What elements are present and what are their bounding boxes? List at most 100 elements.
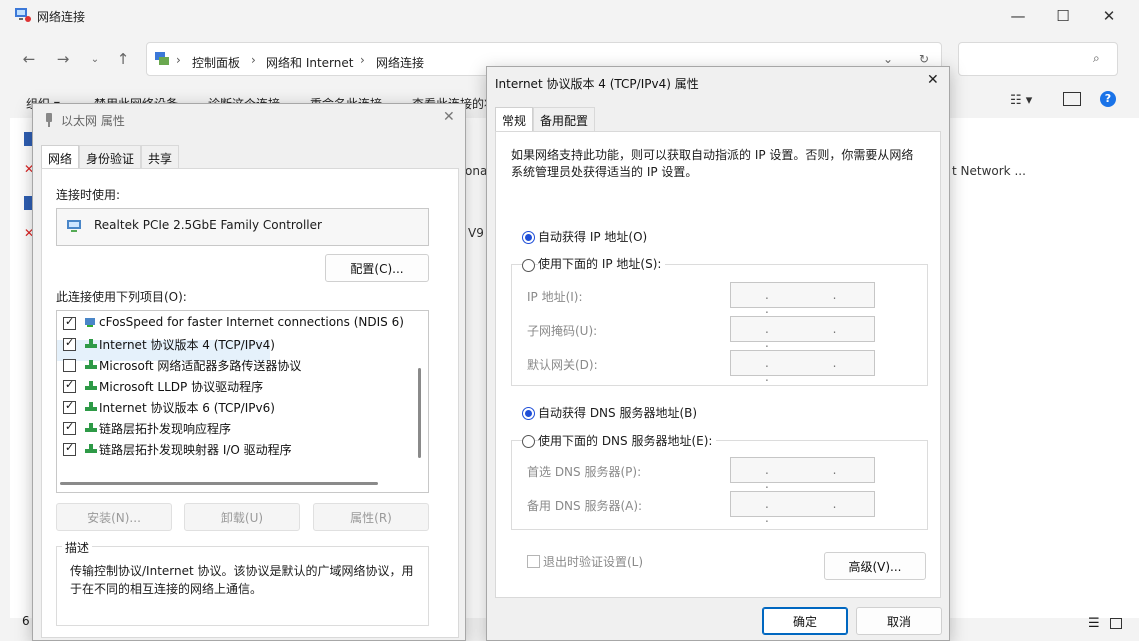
manual-dns-label[interactable]: 使用下面的 DNS 服务器地址(E): (538, 432, 717, 449)
default-gateway-label: 默认网关(D): (527, 358, 598, 372)
item-label: Microsoft LLDP 协议驱动程序 (99, 380, 264, 394)
network-protocol-icon (85, 444, 97, 453)
dialog-title: 以太网 属性 (61, 114, 125, 128)
search-input[interactable]: ⌕ (958, 42, 1118, 76)
breadcrumb-network-internet[interactable]: 网络和 Internet (266, 54, 353, 71)
item-checkbox[interactable] (63, 399, 76, 414)
subnet-mask-label: 子网掩码(U): (527, 324, 598, 338)
tab-panel: 如果网络支持此功能，则可以获取自动指派的 IP 设置。否则，你需要从网络系统管理… (495, 131, 941, 598)
manual-dns-radio[interactable] (522, 435, 535, 448)
network-protocol-icon (85, 381, 97, 390)
configure-button[interactable]: 配置(C)... (325, 254, 429, 282)
recent-chevron-icon[interactable]: ⌄ (82, 48, 108, 70)
close-icon[interactable]: ✕ (443, 109, 455, 125)
network-protocol-icon (85, 339, 97, 348)
item-checkbox[interactable] (63, 420, 76, 435)
install-button[interactable]: 安装(N)... (56, 503, 172, 531)
intro-text: 如果网络支持此功能，则可以获取自动指派的 IP 设置。否则，你需要从网络系统管理… (511, 148, 914, 179)
item-count: 6 (22, 614, 30, 628)
ipv4-properties-dialog: Internet 协议版本 4 (TCP/IPv4) 属性 ✕ 常规 备用配置 … (486, 66, 950, 641)
ip-address-field[interactable]: . . . (730, 282, 875, 316)
connect-using-label: 连接时使用: (56, 188, 121, 202)
scrollbar-thumb[interactable] (418, 368, 421, 458)
preferred-dns-label: 首选 DNS 服务器(P): (527, 465, 642, 479)
scrollbar-thumb[interactable] (60, 482, 378, 485)
cfos-icon (85, 318, 95, 327)
help-icon[interactable]: ? (1100, 91, 1116, 107)
subnet-mask-field[interactable]: . . . (730, 316, 875, 350)
description-text: 传输控制协议/Internet 协议。该协议是默认的广域网络协议，用于在不同的相… (70, 564, 414, 596)
tab-panel: 连接时使用: Realtek PCIe 2.5GbE Family Contro… (41, 168, 459, 638)
close-icon[interactable]: ✕ (1086, 0, 1132, 32)
ethernet-properties-dialog: 以太网 属性 ✕ 网络 身份验证 共享 连接时使用: Realtek PCIe … (32, 103, 466, 641)
adapter-name: Realtek PCIe 2.5GbE Family Controller (94, 218, 322, 232)
tab-general[interactable]: 常规 (495, 107, 534, 133)
partial-text: ona (465, 164, 488, 178)
network-protocol-icon (85, 402, 97, 411)
control-panel-icon (155, 52, 169, 65)
breadcrumb-separator: › (360, 53, 365, 67)
items-label: 此连接使用下列项目(O): (56, 290, 187, 304)
preview-pane-icon[interactable] (1063, 92, 1081, 106)
partial-text: V9 (468, 226, 484, 240)
tab-alternate-config[interactable]: 备用配置 (533, 107, 596, 133)
breadcrumb-network-connections[interactable]: 网络连接 (376, 54, 424, 71)
partial-text: t Network ... (952, 164, 1026, 178)
auto-ip-radio[interactable] (522, 231, 535, 244)
minimize-icon[interactable]: — (995, 0, 1041, 32)
back-icon[interactable]: ← (16, 48, 42, 70)
alternate-dns-label: 备用 DNS 服务器(A): (527, 499, 643, 513)
item-label: Internet 协议版本 4 (TCP/IPv4) (99, 338, 275, 352)
close-icon[interactable]: ✕ (927, 72, 939, 88)
tiles-view-icon[interactable] (1110, 618, 1122, 629)
manual-ip-label[interactable]: 使用下面的 IP 地址(S): (538, 255, 666, 272)
search-icon: ⌕ (1093, 51, 1100, 65)
preferred-dns-field[interactable]: . . . (730, 457, 875, 491)
network-protocol-icon (85, 360, 97, 369)
window-title: 网络连接 (37, 10, 86, 24)
dialog-title: Internet 协议版本 4 (TCP/IPv4) 属性 (495, 77, 699, 91)
uninstall-button[interactable]: 卸载(U) (184, 503, 300, 531)
description-label: 描述 (62, 539, 93, 556)
title-bar: 网络连接 — ☐ ✕ (0, 0, 1139, 32)
breadcrumb-separator: › (251, 53, 256, 67)
properties-button[interactable]: 属性(R) (313, 503, 429, 531)
item-checkbox[interactable] (63, 359, 76, 372)
up-icon[interactable]: ↑ (110, 48, 136, 70)
vertical-scrollbar[interactable] (411, 311, 428, 471)
item-checkbox[interactable] (63, 441, 76, 456)
default-gateway-field[interactable]: . . . (730, 350, 875, 384)
item-checkbox[interactable] (63, 315, 76, 330)
ethernet-icon (46, 113, 52, 127)
breadcrumb-separator: › (176, 53, 181, 67)
cancel-button[interactable]: 取消 (856, 607, 942, 635)
view-options-icon[interactable]: ☷ ▾ (1010, 93, 1032, 108)
advanced-button[interactable]: 高级(V)... (824, 552, 926, 580)
tab-strip: 常规 备用配置 (495, 107, 596, 133)
ok-button[interactable]: 确定 (762, 607, 848, 635)
ip-address-label: IP 地址(I): (527, 290, 583, 304)
horizontal-scrollbar[interactable] (57, 475, 411, 492)
item-label: Microsoft 网络适配器多路传送器协议 (99, 359, 302, 373)
network-connections-icon (15, 8, 31, 22)
adapter-box: Realtek PCIe 2.5GbE Family Controller (56, 208, 429, 246)
alternate-dns-field[interactable]: . . . (730, 491, 875, 525)
auto-dns-label[interactable]: 自动获得 DNS 服务器地址(B) (538, 404, 697, 421)
item-label: 链路层拓扑发现响应程序 (99, 422, 232, 436)
item-checkbox[interactable] (63, 336, 76, 351)
auto-ip-label[interactable]: 自动获得 IP 地址(O) (538, 228, 647, 245)
chevron-down-icon[interactable]: ⌄ (883, 52, 893, 66)
maximize-icon[interactable]: ☐ (1040, 0, 1086, 32)
validate-on-exit-checkbox[interactable] (527, 555, 540, 568)
network-protocol-icon (85, 423, 97, 432)
item-checkbox[interactable] (63, 378, 76, 393)
details-view-icon[interactable]: ☰ (1088, 616, 1100, 631)
refresh-icon[interactable]: ↻ (919, 52, 929, 66)
manual-ip-radio[interactable] (522, 259, 535, 272)
auto-dns-radio[interactable] (522, 407, 535, 420)
items-list[interactable]: cFosSpeed for faster Internet connection… (56, 310, 429, 493)
item-label: cFosSpeed for faster Internet connection… (99, 315, 404, 329)
validate-on-exit-label: 退出时验证设置(L) (543, 555, 644, 569)
breadcrumb-control-panel[interactable]: 控制面板 (192, 54, 240, 71)
forward-icon[interactable]: → (50, 48, 76, 70)
